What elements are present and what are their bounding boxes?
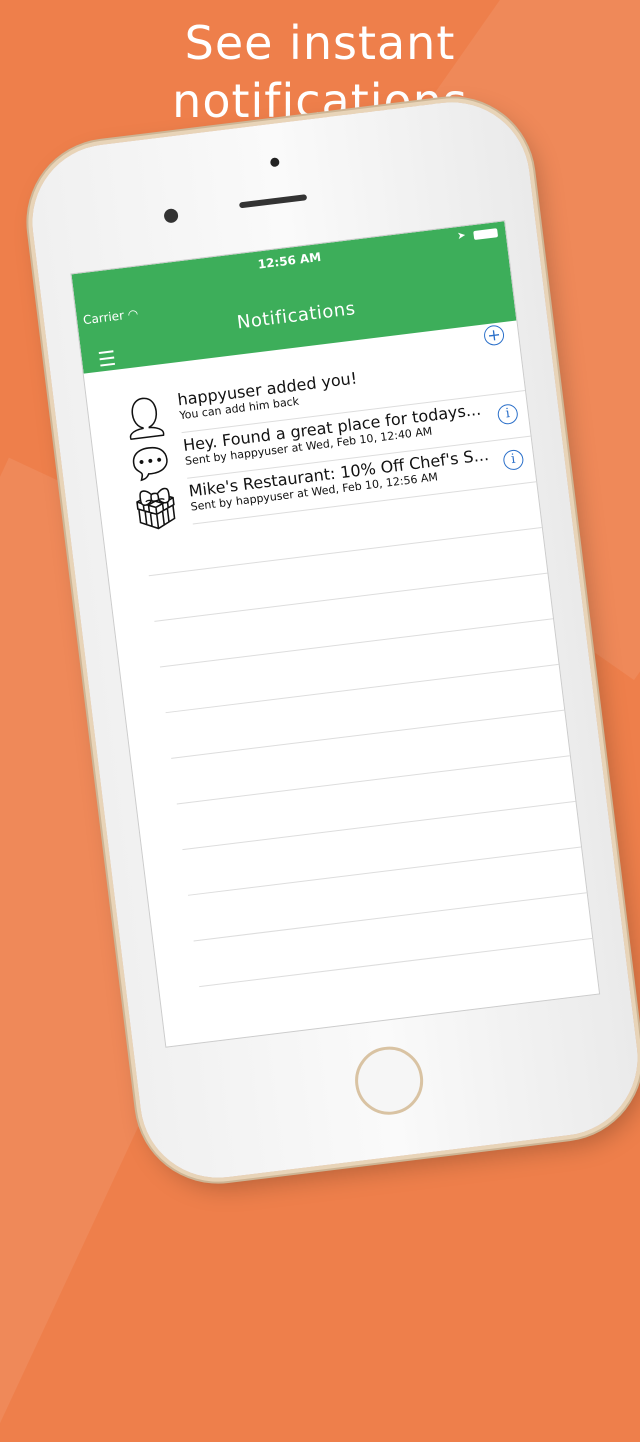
phone-screen: 12:56 AM Carrier ◠ ➤ Notifications ☰ + 👤… — [70, 220, 601, 1048]
front-camera — [163, 208, 179, 224]
divider — [193, 892, 587, 942]
divider — [176, 755, 570, 805]
plus-circle-icon[interactable]: + — [482, 324, 506, 347]
page-title: Notifications — [235, 298, 357, 334]
gift-icon: 🎁︎ — [128, 483, 185, 536]
header: 12:56 AM Carrier ◠ ➤ Notifications ☰ — [71, 221, 517, 374]
divider — [148, 526, 542, 577]
divider — [187, 846, 582, 896]
add-user-icon: 👤︎ — [116, 392, 173, 445]
divider — [171, 709, 565, 759]
status-time: 12:56 AM — [257, 249, 322, 272]
carrier: Carrier ◠ — [82, 306, 139, 328]
home-button[interactable] — [351, 1042, 428, 1119]
divider — [159, 618, 554, 668]
divider — [199, 937, 593, 988]
divider — [165, 663, 559, 714]
hamburger-icon[interactable]: ☰ — [97, 346, 118, 372]
headline-line: See instant — [184, 16, 456, 70]
wifi-icon: ◠ — [126, 306, 139, 322]
divider — [154, 572, 548, 622]
divider — [182, 800, 576, 851]
location-icon: ➤ — [456, 230, 467, 243]
speech-bubble-icon: 💬︎ — [122, 438, 179, 491]
headline: See instant notifications — [0, 14, 640, 130]
sensor — [269, 157, 280, 168]
earpiece-speaker — [238, 194, 308, 209]
